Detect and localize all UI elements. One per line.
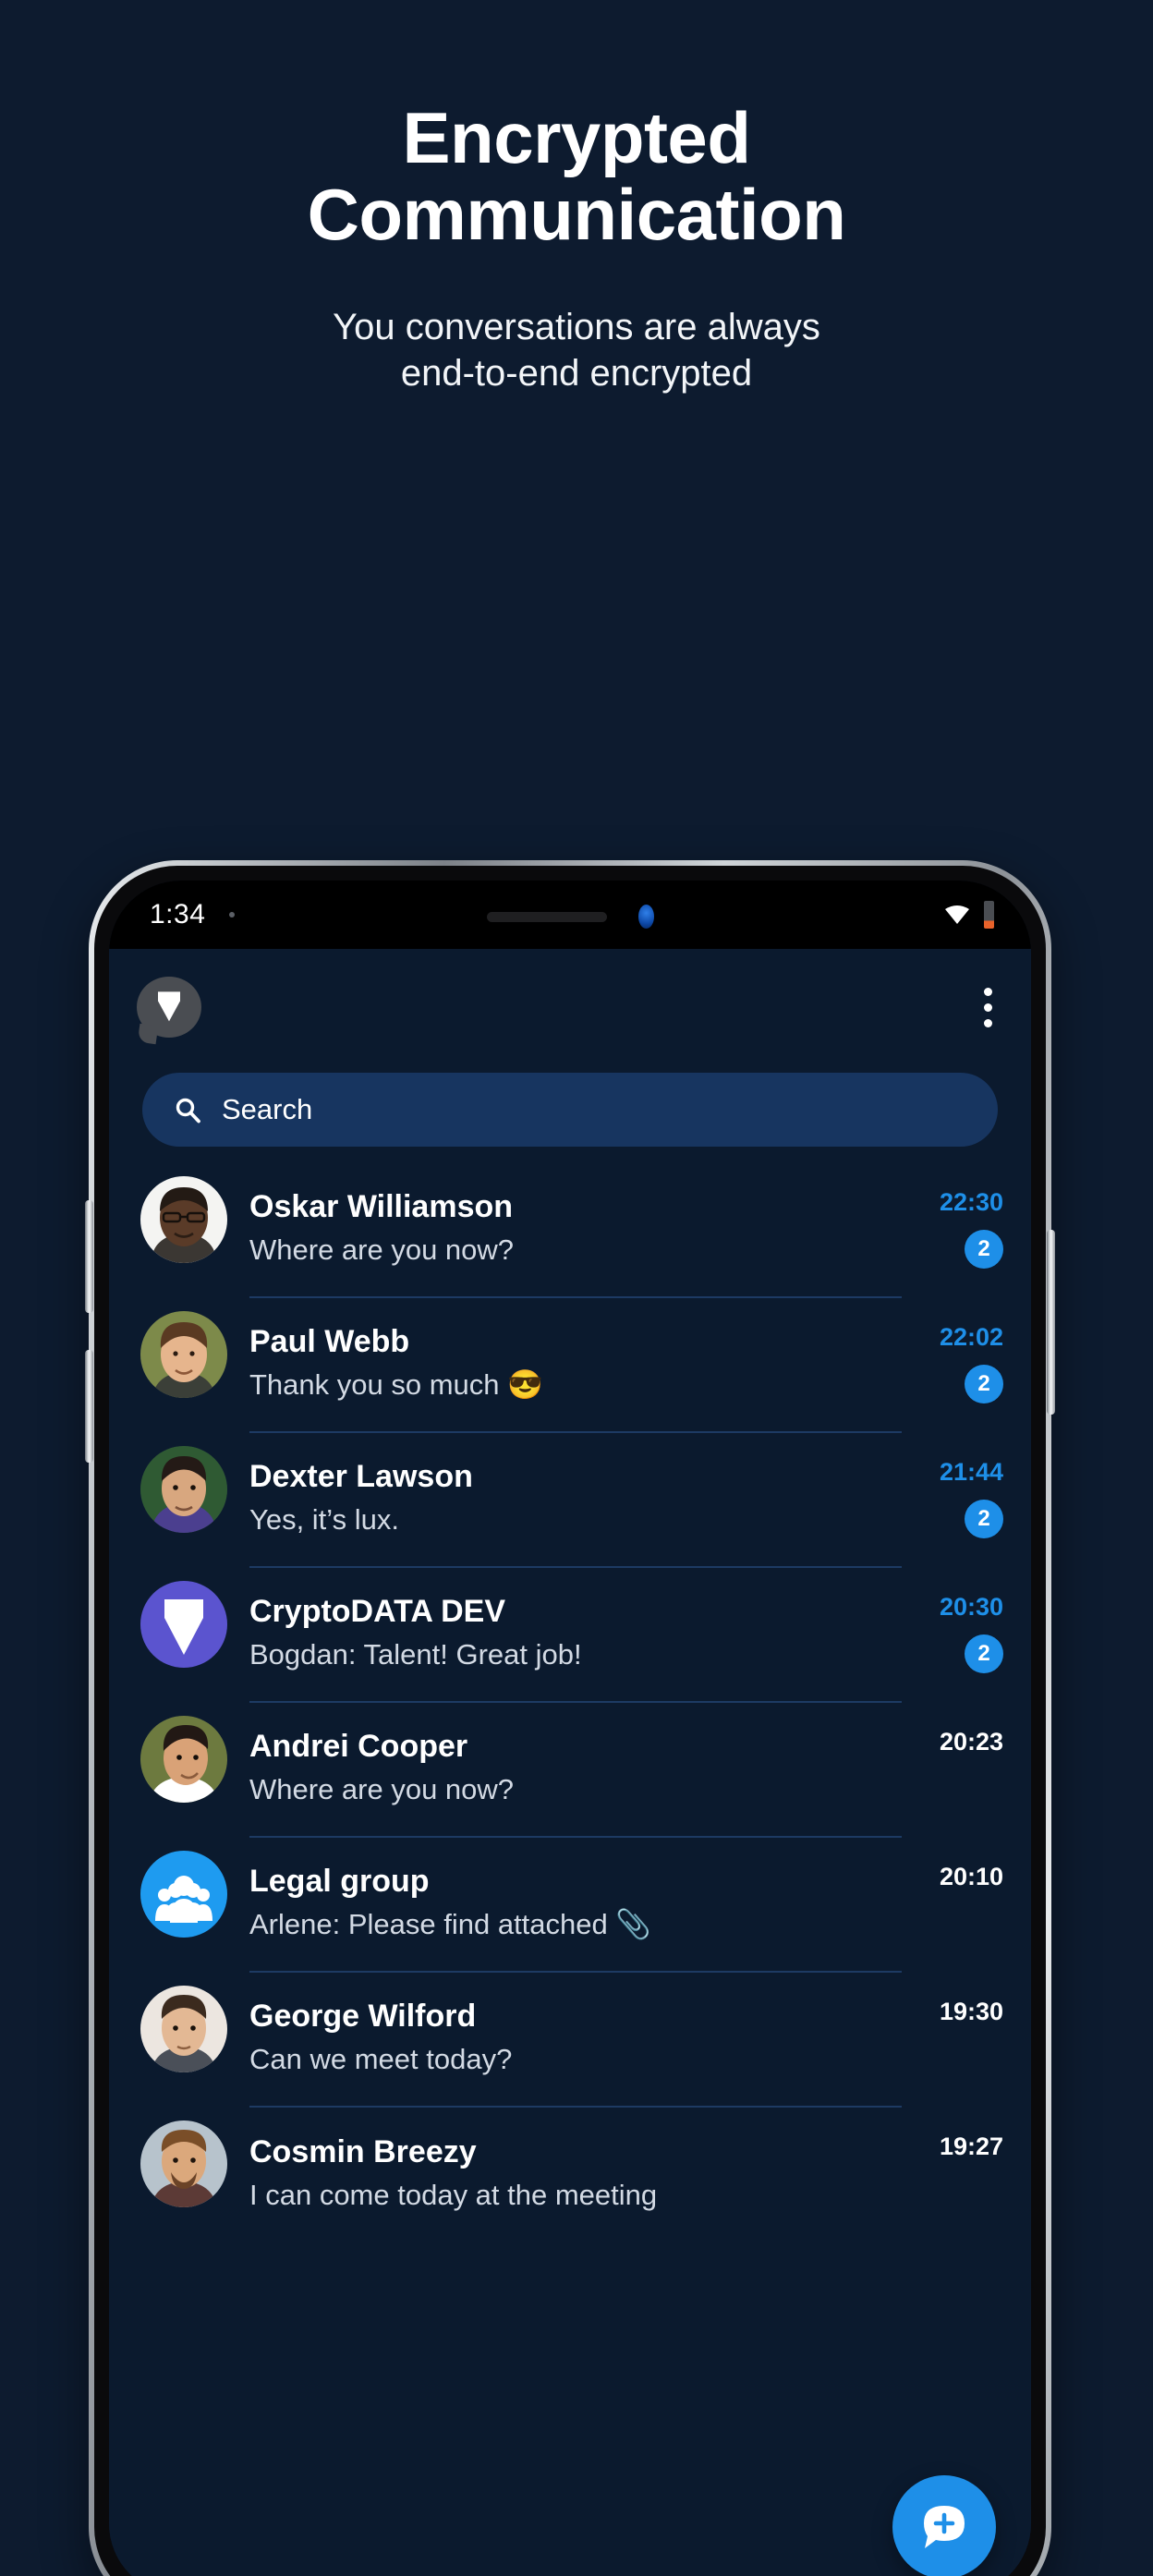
list-item[interactable]: Andrei Cooper Where are you now? 20:23 (109, 1703, 1031, 1838)
list-item-meta: 19:27 (902, 2108, 1003, 2242)
phone-notch (344, 881, 796, 953)
contact-name: George Wilford (249, 1999, 477, 2035)
phone-mockup: 1:34 Search Oskar Williamson Where are y… (76, 860, 1083, 2576)
volume-up-button[interactable] (85, 1200, 93, 1313)
messenger-app: Search Oskar Williamson Where are you no… (109, 949, 1031, 2576)
contact-name: Cosmin Breezy (249, 2134, 477, 2170)
message-preview: Where are you now? (249, 1772, 515, 1805)
list-item-content: Dexter Lawson Yes, it’s lux. (249, 1433, 902, 1568)
front-camera-icon (637, 905, 654, 929)
search-container: Search (109, 1065, 1031, 1147)
search-icon (176, 1098, 200, 1124)
list-item[interactable]: George Wilford Can we meet today? 19:30 (109, 1973, 1031, 2108)
wifi-icon (945, 905, 969, 924)
contact-name: Andrei Cooper (249, 1729, 468, 1765)
list-item[interactable]: CryptoDATA DEV Bogdan: Talent! Great job… (109, 1568, 1031, 1703)
battery-icon (984, 901, 994, 929)
new-chat-button[interactable] (892, 2475, 996, 2576)
search-placeholder: Search (222, 1093, 313, 1125)
app-logo-diamond-icon (158, 991, 180, 1022)
earpiece-speaker-icon (486, 911, 607, 922)
hero-section: Encrypted Communication You conversation… (0, 0, 1153, 396)
contact-name: CryptoDATA DEV (249, 1594, 506, 1630)
message-time: 20:30 (939, 1592, 1003, 1621)
app-logo-speech-bubble-icon (137, 977, 201, 1038)
contact-name: Dexter Lawson (249, 1459, 473, 1495)
message-time: 19:27 (939, 2132, 1003, 2160)
page-title-line1: Encrypted (402, 97, 751, 178)
avatar-george-wilford[interactable] (140, 1986, 227, 2072)
message-time: 21:44 (939, 1457, 1003, 1486)
overflow-menu-icon[interactable] (977, 980, 1000, 1035)
menu-dot (984, 1018, 992, 1027)
page-subtitle-line1: You conversations are always (333, 307, 820, 348)
chat-list: Oskar Williamson Where are you now? 22:3… (109, 1147, 1031, 2242)
list-item-meta: 20:10 (902, 1838, 1003, 1973)
status-bar-indicators (943, 901, 994, 929)
page-title: Encrypted Communication (0, 100, 1153, 252)
promo-page: Encrypted Communication You conversation… (0, 0, 1153, 2576)
list-item-meta: 21:44 2 (902, 1433, 1003, 1568)
message-preview: Where are you now? (249, 1233, 515, 1266)
avatar-dexter-lawson[interactable] (140, 1446, 227, 1533)
unread-badge: 2 (965, 1499, 1003, 1538)
list-item[interactable]: Dexter Lawson Yes, it’s lux. 21:44 2 (109, 1433, 1031, 1568)
list-item-content: Cosmin Breezy I can come today at the me… (249, 2108, 902, 2242)
message-preview: I can come today at the meeting (249, 2178, 658, 2211)
phone-screen: 1:34 Search Oskar Williamson Where are y… (109, 881, 1031, 2576)
status-bar: 1:34 (109, 881, 1031, 953)
list-item-content: CryptoDATA DEV Bogdan: Talent! Great job… (249, 1568, 902, 1703)
page-subtitle-line2: end-to-end encrypted (400, 353, 753, 395)
message-preview: Bogdan: Talent! Great job! (249, 1637, 582, 1671)
message-time: 20:10 (939, 1862, 1003, 1890)
list-item-content: George Wilford Can we meet today? (249, 1973, 902, 2108)
phone-frame: 1:34 Search Oskar Williamson Where are y… (85, 860, 1055, 2576)
message-preview: Arlene: Please find attached 📎 (249, 1907, 651, 1940)
avatar-legal-group[interactable] (140, 1851, 227, 1938)
avatar-andrei-cooper[interactable] (140, 1716, 227, 1803)
power-button[interactable] (1047, 1230, 1055, 1415)
list-item-content: Paul Webb Thank you so much 😎 (249, 1298, 902, 1433)
avatar-paul-webb[interactable] (140, 1311, 227, 1398)
avatar-cosmin-breezy[interactable] (140, 2120, 227, 2207)
page-title-line2: Communication (307, 173, 846, 255)
message-time: 22:02 (939, 1322, 1003, 1351)
new-chat-icon (924, 2506, 965, 2548)
list-item-content: Andrei Cooper Where are you now? (249, 1703, 902, 1838)
list-item-content: Legal group Arlene: Please find attached… (249, 1838, 902, 1973)
page-subtitle: You conversations are always end-to-end … (0, 304, 1153, 396)
contact-name: Oskar Williamson (249, 1189, 514, 1225)
message-time: 22:30 (939, 1187, 1003, 1216)
list-item-meta: 19:30 (902, 1973, 1003, 2108)
list-item-meta: 20:30 2 (902, 1568, 1003, 1703)
message-time: 19:30 (939, 1997, 1003, 2025)
search-input[interactable]: Search (142, 1073, 998, 1147)
volume-down-button[interactable] (85, 1350, 93, 1463)
list-item-meta: 22:30 2 (902, 1163, 1003, 1298)
message-preview: Yes, it’s lux. (249, 1502, 399, 1536)
message-preview: Thank you so much 😎 (249, 1367, 543, 1401)
list-item[interactable]: Oskar Williamson Where are you now? 22:3… (109, 1163, 1031, 1298)
avatar-cryptodata-dev[interactable] (140, 1581, 227, 1668)
contact-name: Legal group (249, 1864, 430, 1900)
status-bar-clock: 1:34 (150, 899, 206, 930)
menu-dot (984, 987, 992, 996)
contact-name: Paul Webb (249, 1324, 410, 1360)
avatar-oskar-williamson[interactable] (140, 1176, 227, 1263)
phone-bezel: 1:34 Search Oskar Williamson Where are y… (94, 866, 1046, 2576)
list-item[interactable]: Paul Webb Thank you so much 😎 22:02 2 (109, 1298, 1031, 1433)
list-item[interactable]: Cosmin Breezy I can come today at the me… (109, 2108, 1031, 2242)
status-indicator-dot (229, 912, 236, 917)
unread-badge: 2 (965, 1634, 1003, 1673)
list-item-content: Oskar Williamson Where are you now? (249, 1163, 902, 1298)
list-item[interactable]: Legal group Arlene: Please find attached… (109, 1838, 1031, 1973)
message-preview: Can we meet today? (249, 2042, 513, 2075)
menu-dot (984, 1002, 992, 1012)
unread-badge: 2 (965, 1229, 1003, 1269)
message-time: 20:23 (939, 1727, 1003, 1756)
unread-badge: 2 (965, 1364, 1003, 1403)
app-header (109, 949, 1031, 1065)
list-item-meta: 22:02 2 (902, 1298, 1003, 1433)
list-item-meta: 20:23 (902, 1703, 1003, 1838)
